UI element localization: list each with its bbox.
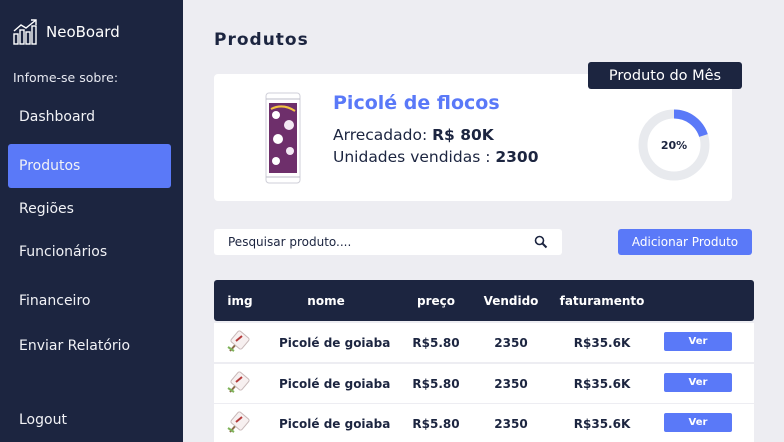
sidebar-item-financeiro[interactable]: Financeiro: [8, 279, 171, 323]
sidebar-item-funcionarios[interactable]: Funcionários: [8, 230, 171, 274]
table-row: Picolé de goiaba R$5.80 2350 R$35.6K Ver: [214, 364, 754, 403]
column-header-img: img: [227, 293, 253, 308]
product-price: R$5.80: [412, 416, 460, 431]
sidebar-item-produtos[interactable]: Produtos: [8, 144, 171, 188]
popsicle-icon: [227, 411, 250, 433]
featured-revenue: Arrecadado: R$ 80K: [333, 126, 494, 144]
page-title: Produtos: [214, 30, 309, 50]
table-row: Picolé de goiaba R$5.80 2350 R$35.6K Ver: [214, 404, 754, 442]
product-sold: 2350: [494, 416, 528, 431]
column-header-preco: preço: [416, 293, 455, 308]
table-header: img nome preço Vendido faturamento: [214, 280, 754, 321]
featured-units-label: Unidades vendidas :: [333, 148, 496, 166]
sidebar-item-dashboard[interactable]: Dashboard: [8, 95, 171, 139]
product-sold: 2350: [494, 376, 528, 391]
popsicle-icon: [227, 330, 250, 352]
search-box: [214, 229, 562, 255]
product-name: Picolé de goiaba: [279, 335, 391, 350]
featured-units: Unidades vendidas : 2300: [333, 148, 539, 166]
popsicle-icon: [227, 371, 250, 393]
product-name: Picolé de goiaba: [279, 376, 391, 391]
search-input[interactable]: [214, 229, 524, 255]
product-revenue: R$35.6K: [573, 376, 631, 391]
sidebar-item-enviar-relatorio[interactable]: Enviar Relatório: [8, 324, 171, 368]
column-header-faturamento: faturamento: [559, 293, 645, 308]
search-icon[interactable]: [534, 235, 548, 249]
featured-revenue-value: R$ 80K: [432, 126, 494, 144]
view-button[interactable]: Ver: [664, 413, 732, 432]
product-of-month-badge: Produto do Mês: [588, 62, 742, 89]
product-name: Picolé de goiaba: [279, 416, 391, 431]
product-sold: 2350: [494, 335, 528, 350]
featured-product-name: Picolé de flocos: [333, 92, 500, 114]
product-price: R$5.80: [412, 335, 460, 350]
add-product-button[interactable]: Adicionar Produto: [618, 229, 752, 255]
logout-button[interactable]: Logout: [8, 398, 171, 442]
main-content: Produtos Picolé de flocos Arrecadado: R$…: [184, 0, 784, 442]
sidebar-info-label: Infome-se sobre:: [13, 70, 119, 85]
featured-units-value: 2300: [495, 148, 539, 166]
product-price: R$5.80: [412, 376, 460, 391]
brand[interactable]: NeoBoard: [12, 18, 120, 46]
donut-label: 20%: [661, 139, 687, 152]
column-header-vendido: Vendido: [483, 293, 539, 308]
column-header-nome: nome: [307, 293, 345, 308]
table-row: Picolé de goiaba R$5.80 2350 R$35.6K Ver: [214, 323, 754, 362]
sidebar-item-regioes[interactable]: Regiões: [8, 187, 171, 231]
view-button[interactable]: Ver: [664, 373, 732, 392]
product-revenue: R$35.6K: [573, 416, 631, 431]
chart-growth-icon: [13, 19, 37, 45]
sidebar: NeoBoard Infome-se sobre: Dashboard Prod…: [0, 0, 183, 442]
featured-revenue-label: Arrecadado:: [333, 126, 433, 144]
popsicle-icon: [265, 92, 301, 184]
brand-name: NeoBoard: [46, 23, 120, 41]
view-button[interactable]: Ver: [664, 332, 732, 351]
percentage-donut: 20%: [638, 109, 710, 181]
product-revenue: R$35.6K: [573, 335, 631, 350]
